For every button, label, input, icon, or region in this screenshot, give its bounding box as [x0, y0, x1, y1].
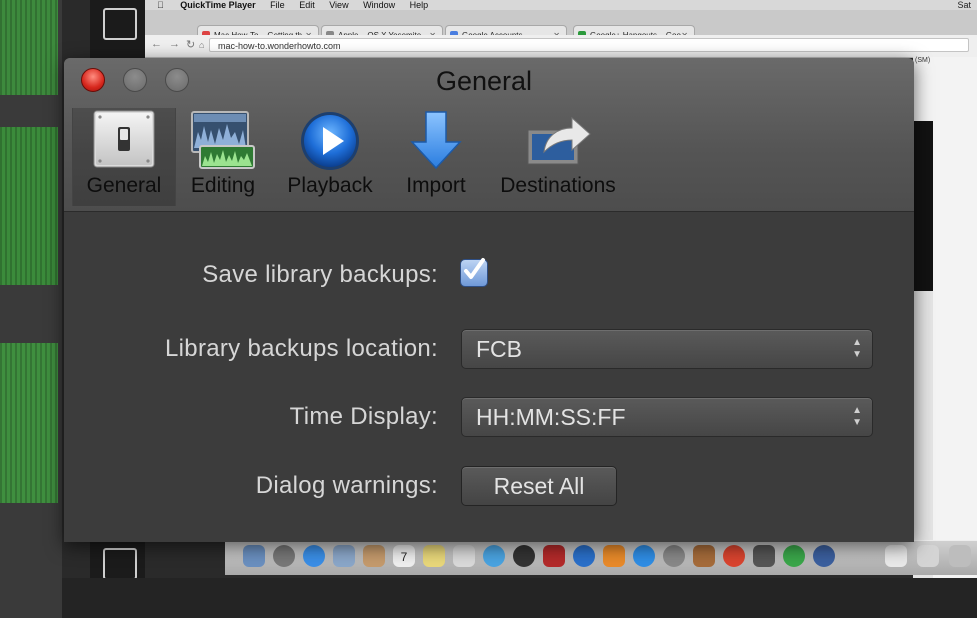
waveform-icon: [190, 110, 256, 177]
save-backups-label: Save library backups:: [202, 261, 438, 288]
phone-icon[interactable]: [783, 545, 805, 567]
time-display-label: Time Display:: [289, 403, 438, 430]
time-display-popup[interactable]: HH:MM:SS:FF ▲ ▼: [461, 397, 873, 437]
forward-arrow-icon[interactable]: →: [169, 38, 180, 50]
dock: 7: [225, 540, 977, 575]
tab-playback-label: Playback: [287, 174, 373, 197]
messages-icon[interactable]: [483, 545, 505, 567]
tab-editing[interactable]: Editing: [180, 108, 266, 206]
audio-waveform: [0, 0, 58, 95]
tab-playback[interactable]: Playback: [278, 108, 382, 206]
chrome-icon[interactable]: [723, 545, 745, 567]
webpage-content: (SM): [913, 57, 977, 578]
preferences-toolbar: General General Editing Playback Import …: [64, 58, 914, 212]
checkbox-square-icon: [103, 8, 137, 40]
tab-import-label: Import: [406, 174, 466, 197]
reminders-icon[interactable]: [453, 545, 475, 567]
menu-app-name[interactable]: QuickTime Player: [180, 0, 255, 10]
dialog-warnings-label: Dialog warnings:: [255, 472, 438, 499]
menu-view[interactable]: View: [329, 0, 348, 10]
time-display-value: HH:MM:SS:FF: [476, 404, 626, 430]
back-arrow-icon[interactable]: ←: [151, 38, 162, 50]
save-backups-checkbox[interactable]: [460, 258, 488, 287]
webpage-column: [913, 291, 933, 578]
itunes-icon[interactable]: [573, 545, 595, 567]
backups-location-label: Library backups location:: [165, 335, 438, 362]
tab-editing-label: Editing: [190, 174, 256, 197]
ibooks-icon[interactable]: [603, 545, 625, 567]
url-field[interactable]: mac-how-to.wonderhowto.com: [209, 38, 969, 52]
mail-icon[interactable]: [333, 545, 355, 567]
tab-destinations[interactable]: Destinations: [490, 108, 626, 206]
app-store-icon[interactable]: [633, 545, 655, 567]
share-arrow-icon: [524, 110, 592, 175]
tab-destinations-label: Destinations: [500, 174, 616, 197]
reload-icon[interactable]: ↻: [186, 38, 195, 51]
browser-toolbar: ← → ↻ ⌂ mac-how-to.wonderhowto.com: [145, 35, 977, 58]
play-icon: [299, 110, 361, 177]
reset-all-button[interactable]: Reset All: [461, 466, 617, 506]
notes-icon[interactable]: [423, 545, 445, 567]
audio-waveform: [0, 127, 58, 285]
quicktime-icon[interactable]: [813, 545, 835, 567]
menu-window[interactable]: Window: [363, 0, 395, 10]
checkbox-square-icon: [103, 548, 137, 580]
launchpad-icon[interactable]: [273, 545, 295, 567]
home-icon[interactable]: ⌂: [199, 40, 204, 50]
apple-menu-icon[interactable]: : [157, 0, 164, 10]
toggle-switch-icon: [93, 110, 155, 173]
backups-location-popup[interactable]: FCB ▲ ▼: [461, 329, 873, 369]
menu-help[interactable]: Help: [410, 0, 429, 10]
system-preferences-icon[interactable]: [663, 545, 685, 567]
tab-general-label: General: [86, 174, 162, 197]
calendar-icon[interactable]: 7: [393, 545, 415, 567]
contacts-icon[interactable]: [363, 545, 385, 567]
final-cut-pro-icon[interactable]: [753, 545, 775, 567]
backups-location-value: FCB: [476, 336, 522, 362]
menu-file[interactable]: File: [270, 0, 285, 10]
checkmark-icon: [464, 258, 485, 279]
background-bar: [62, 578, 977, 618]
updown-chevron-icon: ▲ ▼: [852, 405, 862, 428]
photo-booth-icon[interactable]: [543, 545, 565, 567]
updown-chevron-icon: ▲ ▼: [852, 337, 862, 360]
safari-icon[interactable]: [303, 545, 325, 567]
garageband-icon[interactable]: [693, 545, 715, 567]
facetime-icon[interactable]: [513, 545, 535, 567]
import-arrow-icon: [408, 110, 464, 177]
downloads-stack-icon[interactable]: [917, 545, 939, 567]
window-title: General: [435, 66, 533, 96]
menu-bar:  QuickTime Player File Edit View Window…: [145, 0, 977, 10]
trash-icon[interactable]: [949, 545, 971, 567]
document-icon[interactable]: [885, 545, 907, 567]
preferences-window: General General Editing Playback Import …: [64, 58, 914, 542]
finder-icon[interactable]: [243, 545, 265, 567]
webpage-text: (SM): [915, 57, 931, 64]
menu-clock[interactable]: Sat: [957, 0, 971, 10]
tab-general[interactable]: General: [72, 108, 176, 206]
tab-import[interactable]: Import: [392, 108, 480, 206]
timeline-strip: [0, 0, 62, 618]
webpage-video: [913, 121, 933, 291]
browser-tabstrip: Mac How-To – Getting th... ✕ Apple – OS …: [145, 10, 977, 44]
audio-waveform: [0, 343, 58, 503]
menu-edit[interactable]: Edit: [299, 0, 315, 10]
